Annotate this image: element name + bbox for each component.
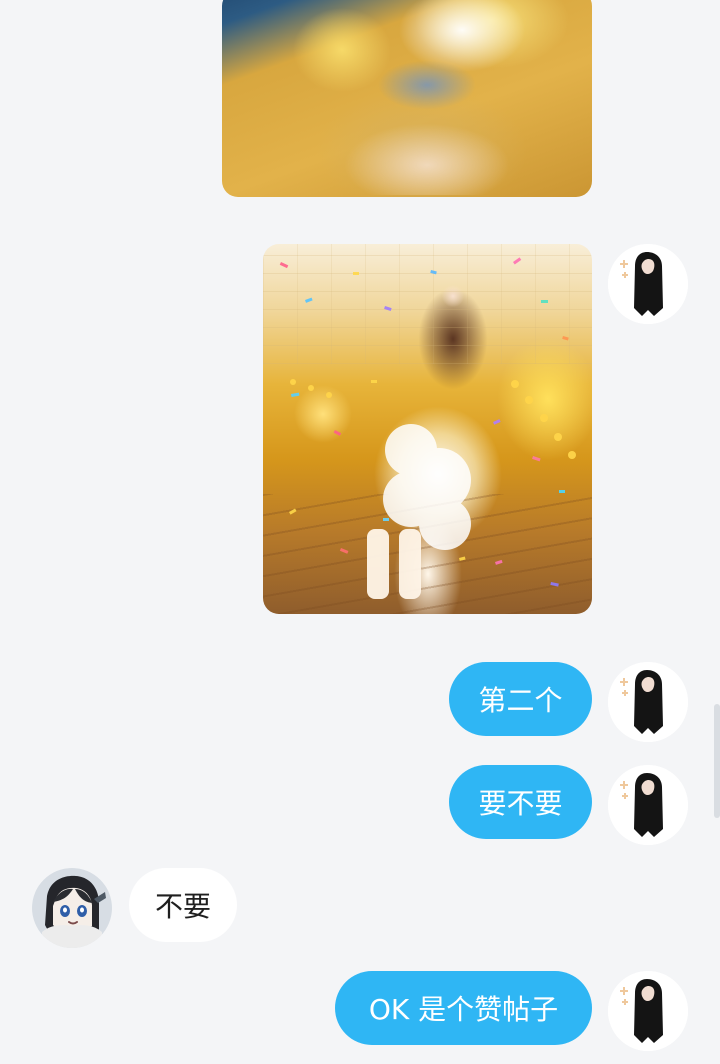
- long-black-hair-icon: [608, 244, 688, 324]
- photo-subject: [317, 45, 537, 195]
- self-avatar[interactable]: [608, 662, 688, 742]
- scrollbar[interactable]: [714, 704, 720, 818]
- confetti-overlay: [279, 257, 576, 599]
- long-black-hair-icon: [608, 765, 688, 845]
- chat-thread: 第二个 要不要 不要 OK 是个赞帖子: [0, 0, 720, 1064]
- self-avatar[interactable]: [608, 765, 688, 845]
- self-avatar[interactable]: [608, 244, 688, 324]
- message-image-2[interactable]: [263, 244, 592, 614]
- anime-girl-icon: [32, 868, 112, 948]
- message-text: 不要: [154, 890, 211, 923]
- message-bubble-outgoing[interactable]: 第二个: [449, 662, 592, 736]
- message-text: OK 是个赞帖子: [368, 993, 559, 1026]
- message-bubble-outgoing[interactable]: 要不要: [449, 765, 592, 839]
- long-black-hair-icon: [608, 971, 688, 1051]
- contact-avatar[interactable]: [32, 868, 112, 948]
- self-avatar[interactable]: [608, 971, 688, 1051]
- message-text: 第二个: [478, 684, 563, 717]
- message-text: 要不要: [478, 787, 563, 820]
- message-image-1[interactable]: [222, 0, 592, 197]
- message-bubble-outgoing[interactable]: OK 是个赞帖子: [335, 971, 592, 1045]
- long-black-hair-icon: [608, 662, 688, 742]
- message-bubble-incoming[interactable]: 不要: [129, 868, 237, 942]
